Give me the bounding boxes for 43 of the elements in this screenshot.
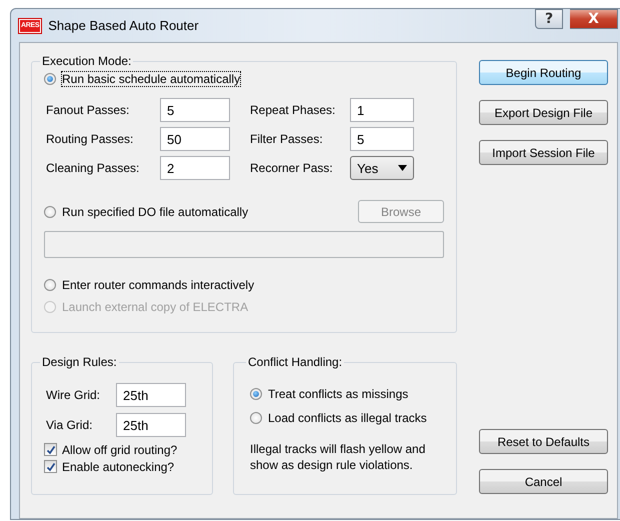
radio-label[interactable]: Run specified DO file automatically	[62, 204, 248, 218]
field-label: Cleaning Passes:	[46, 161, 140, 175]
radio-button[interactable]	[44, 73, 56, 85]
dropdown-arrow-icon	[398, 165, 407, 171]
checkbox-label[interactable]: Allow off grid routing?	[62, 442, 178, 456]
radio-button[interactable]	[250, 412, 262, 424]
grid-field[interactable]: 25th	[116, 413, 186, 437]
group-title: Design Rules:	[41, 355, 118, 369]
number-field[interactable]: 5	[350, 127, 414, 151]
field-label: Fanout Passes:	[46, 103, 130, 117]
dialog-button[interactable]: Begin Routing	[479, 60, 608, 85]
number-field[interactable]: 50	[160, 127, 230, 151]
field-label: Recorner Pass:	[250, 161, 334, 175]
dialog-button[interactable]: Cancel	[479, 469, 608, 494]
number-field[interactable]: 2	[160, 156, 230, 180]
radio-button[interactable]	[44, 206, 56, 218]
field-label: Repeat Phases:	[250, 103, 336, 117]
radio-button[interactable]	[250, 388, 262, 400]
help-button[interactable]: ?	[535, 9, 563, 29]
dialog-button[interactable]: Reset to Defaults	[479, 429, 608, 454]
radio-label[interactable]: Load conflicts as illegal tracks	[268, 411, 427, 425]
checkbox[interactable]	[44, 460, 57, 473]
field-label: Via Grid:	[46, 418, 94, 432]
close-button[interactable]: X	[570, 9, 618, 29]
window-title: Shape Based Auto Router	[48, 18, 200, 33]
note-text: Illegal tracks will flash yellow and show as design rule violations.	[250, 441, 426, 473]
checkbox-label[interactable]: Enable autonecking?	[62, 460, 174, 474]
number-field[interactable]: 5	[160, 98, 230, 122]
group-title: Execution Mode:	[41, 54, 132, 68]
radio-button[interactable]	[44, 279, 56, 291]
dialog-button[interactable]: Import Session File	[479, 140, 608, 165]
radio-label[interactable]: Run basic schedule automatically	[62, 72, 240, 86]
radio-label[interactable]: Treat conflicts as missings	[268, 387, 408, 401]
field-label: Filter Passes:	[250, 132, 324, 146]
field-label: Wire Grid:	[46, 388, 101, 402]
checkbox[interactable]	[44, 443, 57, 456]
dialog-button[interactable]: Export Design File	[479, 100, 608, 125]
group-title: Conflict Handling:	[247, 355, 344, 369]
number-field[interactable]: 1	[350, 98, 414, 122]
field-label: Routing Passes:	[46, 132, 134, 146]
dropdown[interactable]: Yes	[350, 156, 414, 180]
radio-label[interactable]: Enter router commands interactively	[62, 278, 254, 292]
grid-field[interactable]: 25th	[116, 383, 186, 407]
